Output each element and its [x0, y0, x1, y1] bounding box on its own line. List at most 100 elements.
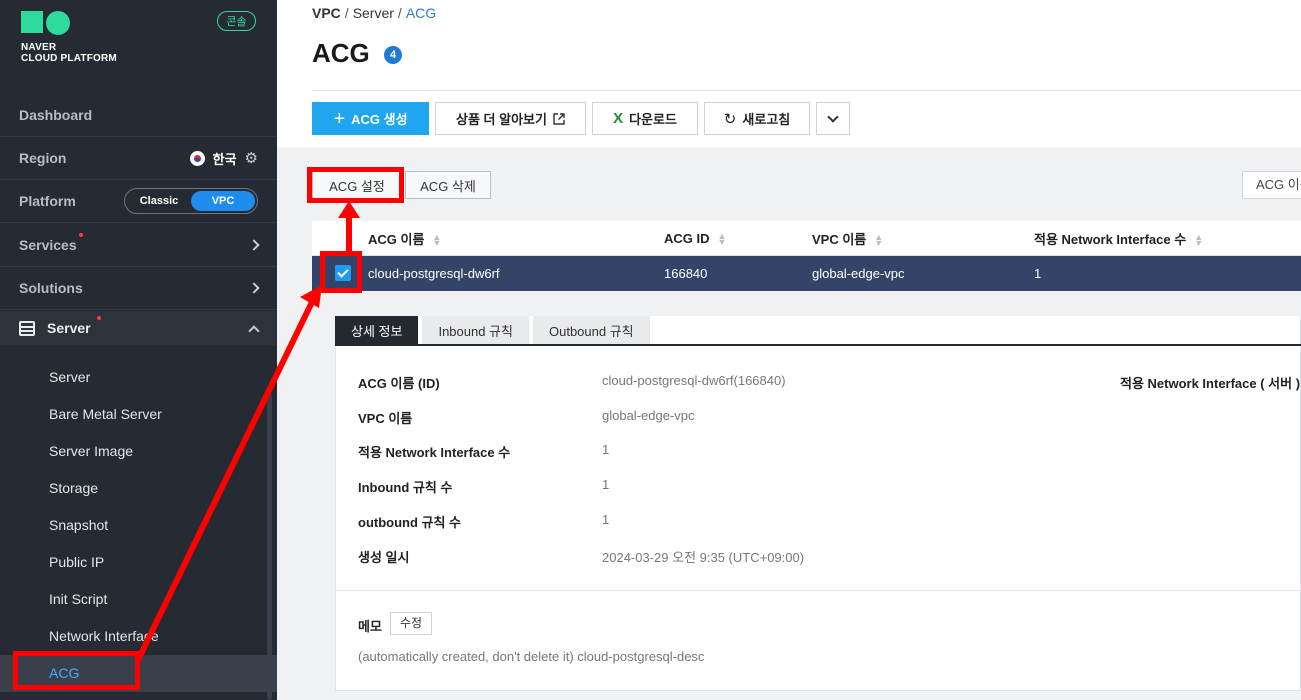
sort-icon: ▲ ▼ [717, 231, 727, 248]
logo-text: NAVER CLOUD PLATFORM [21, 42, 117, 64]
server-submenu: Server Bare Metal Server Server Image St… [0, 359, 277, 692]
breadcrumb-acg[interactable]: ACG [406, 5, 436, 21]
naver-cloud-logo[interactable]: NAVER CLOUD PLATFORM [21, 11, 117, 64]
plus-icon: + [333, 107, 346, 130]
field-value-nic-count: 1 [602, 442, 610, 457]
more-dropdown-button[interactable] [816, 102, 850, 135]
field-label-created-at: 생성 일시 [358, 550, 410, 565]
sidebar-item-label: Platform [19, 193, 76, 209]
detail-divider [336, 590, 1301, 591]
tab-inbound-rules[interactable]: Inbound 규칙 [422, 316, 529, 345]
learn-more-button[interactable]: 상품 더 알아보기 [435, 102, 586, 135]
memo-label: 메모 [358, 619, 382, 634]
chevron-up-icon [248, 324, 260, 337]
submenu-network-interface[interactable]: Network Interface [0, 618, 277, 655]
platform-toggle[interactable]: Classic VPC [124, 188, 258, 214]
table-header: ACG 이름 ▲ ▼ ACG ID ▲ ▼ VPC 이름 ▲ ▼ 적용 Network In… [312, 221, 1301, 256]
submenu-storage[interactable]: Storage [0, 470, 277, 507]
platform-option-vpc[interactable]: VPC [191, 191, 255, 211]
field-value-vpc-name: global-edge-vpc [602, 408, 695, 423]
column-header-vpc-name[interactable]: VPC 이름 ▲ ▼ [812, 229, 883, 248]
tab-outbound-rules[interactable]: Outbound 규칙 [532, 316, 650, 345]
region-value: 한국 [212, 151, 237, 167]
download-button[interactable]: X 다운로드 [592, 102, 698, 135]
create-acg-button[interactable]: + ACG 생성 [312, 102, 429, 135]
submenu-bare-metal-server[interactable]: Bare Metal Server [0, 396, 277, 433]
detail-tabs: 상세 정보 Inbound 규칙 Outbound 규칙 [335, 316, 650, 345]
sidebar-item-solutions[interactable]: Solutions [0, 267, 277, 310]
sidebar-item-region[interactable]: Region 한국 ⚙ [0, 137, 277, 180]
sort-icon: ▲ ▼ [874, 232, 884, 249]
sort-icon: ▲ ▼ [432, 232, 442, 249]
learn-more-label: 상품 더 알아보기 [456, 112, 547, 127]
cell-acg-name: cloud-postgresql-dw6rf [368, 266, 500, 281]
chevron-right-icon [248, 282, 260, 294]
chevron-down-icon [827, 110, 839, 123]
annotation-box-acg-menu [13, 651, 140, 690]
sidebar-item-server[interactable]: Server [0, 311, 277, 345]
page-title: ACG [312, 38, 370, 68]
submenu-snapshot[interactable]: Snapshot [0, 507, 277, 544]
korea-flag-icon [189, 150, 205, 166]
submenu-init-script[interactable]: Init Script [0, 581, 277, 618]
count-badge: 4 [384, 46, 402, 64]
create-acg-label: ACG 생성 [351, 112, 408, 127]
acg-filter-select[interactable]: ACG 이름 [1242, 171, 1301, 199]
breadcrumb-vpc[interactable]: VPC [312, 5, 341, 21]
title-divider [312, 90, 1301, 91]
platform-option-classic[interactable]: Classic [127, 191, 191, 211]
column-header-nic-count[interactable]: 적용 Network Interface 수 ▲ ▼ [1034, 229, 1203, 248]
logo-mark-icon [21, 11, 117, 35]
acg-delete-button[interactable]: ACG 삭제 [405, 171, 491, 199]
sidebar-item-label: Server [47, 316, 101, 336]
excel-icon: X [613, 110, 624, 127]
field-value-acg-name-id: cloud-postgresql-dw6rf(166840) [602, 373, 786, 388]
field-label-vpc-name: VPC 이름 [358, 411, 413, 426]
new-dot-icon [78, 233, 83, 237]
sidebar-item-platform: Platform Classic VPC [0, 180, 277, 223]
chevron-right-icon [248, 239, 260, 251]
refresh-icon: ↻ [723, 110, 737, 128]
sidebar-item-label: Services [19, 233, 83, 253]
table-row[interactable]: cloud-postgresql-dw6rf 166840 global-edg… [312, 256, 1301, 291]
sidebar-item-label: Dashboard [19, 107, 93, 123]
column-header-acg-name[interactable]: ACG 이름 ▲ ▼ [368, 229, 441, 248]
submenu-public-ip[interactable]: Public IP [0, 544, 277, 581]
memo-text: (automatically created, don't delete it)… [358, 649, 705, 664]
external-link-icon [553, 112, 565, 125]
breadcrumb-server[interactable]: Server [353, 5, 394, 21]
main-content: VPC / Server / ACG ACG 4 + ACG 생성 상품 더 알아보기 … [277, 0, 1301, 700]
field-value-outbound-count: 1 [602, 512, 610, 527]
refresh-label: 새로고침 [742, 112, 791, 127]
column-header-acg-id[interactable]: ACG ID ▲ ▼ [664, 231, 727, 248]
field-label-nic-server: 적용 Network Interface ( 서버 ) [1120, 376, 1301, 391]
field-label-outbound-count: outbound 규칙 수 [358, 515, 462, 530]
memo-edit-button[interactable]: 수정 [390, 612, 433, 635]
annotation-box-acg-settings [307, 167, 404, 203]
sidebar-item-dashboard[interactable]: Dashboard [0, 94, 277, 137]
server-icon [19, 320, 35, 336]
sidebar-scrollbar[interactable] [267, 393, 272, 700]
gear-icon[interactable]: ⚙ [245, 149, 258, 167]
annotation-box-checkbox [320, 251, 362, 293]
cell-nic-count: 1 [1034, 266, 1042, 281]
sidebar-item-label: Region [19, 150, 67, 166]
field-label-inbound-count: Inbound 규칙 수 [358, 480, 453, 495]
refresh-button[interactable]: ↻ 새로고침 [704, 102, 810, 135]
console-badge[interactable]: 콘솔 [217, 11, 256, 31]
sidebar-item-services[interactable]: Services [0, 224, 277, 267]
tab-underline [335, 344, 1301, 346]
download-label: 다운로드 [629, 112, 677, 127]
submenu-server-image[interactable]: Server Image [0, 433, 277, 470]
tab-detail-info[interactable]: 상세 정보 [335, 316, 419, 345]
field-label-acg-name-id: ACG 이름 (ID) [358, 376, 440, 391]
sort-icon: ▲ ▼ [1194, 232, 1204, 249]
submenu-server[interactable]: Server [0, 359, 277, 396]
field-value-created-at: 2024-03-29 오전 9:35 (UTC+09:00) [602, 550, 805, 565]
sidebar-item-label: Solutions [19, 280, 83, 296]
field-value-inbound-count: 1 [602, 477, 610, 492]
toolbar: + ACG 생성 상품 더 알아보기 X 다운로드 ↻ 새로고침 [312, 102, 850, 135]
sidebar: NAVER CLOUD PLATFORM 콘솔 Dashboard Region… [0, 0, 277, 700]
cell-acg-id: 166840 [664, 266, 708, 281]
cell-vpc-name: global-edge-vpc [812, 266, 905, 281]
